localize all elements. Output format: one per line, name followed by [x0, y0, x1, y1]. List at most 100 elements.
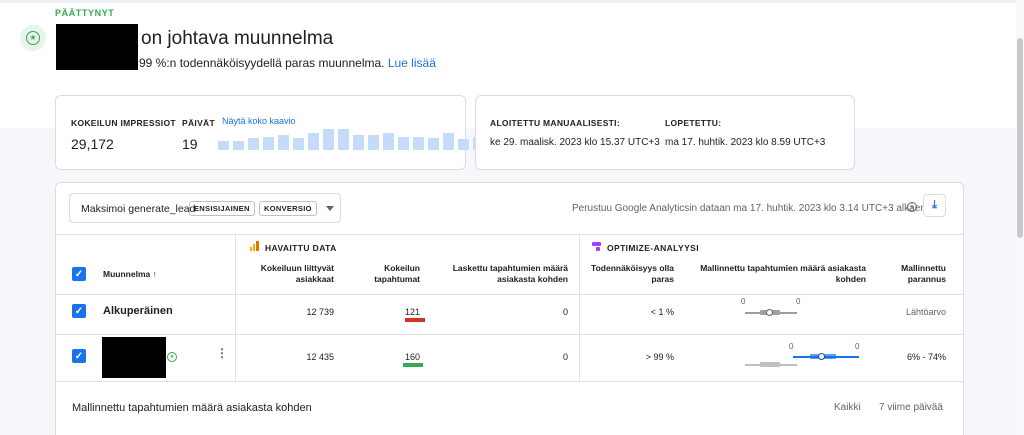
variant-name: Alkuperäinen — [103, 305, 173, 317]
winner-star-icon: ★ — [167, 352, 177, 362]
chevron-down-icon[interactable] — [326, 206, 334, 211]
page-title: on johtava muunnelma — [141, 28, 334, 49]
observed-data-title: HAVAITTU DATA — [265, 243, 337, 253]
range-min-label: 0 — [789, 342, 794, 351]
days-bar — [278, 135, 289, 150]
probability-header-line1: Todennäköisyys olla — [591, 263, 674, 273]
table-bottom-divider — [56, 381, 964, 382]
per-user-header-line2: asiakasta kohden — [497, 274, 568, 284]
per-user-value: 0 — [562, 352, 568, 362]
data-source-note: Perustuu Google Analyticsin dataan ma 17… — [572, 203, 929, 214]
days-bar — [458, 139, 469, 150]
info-icon[interactable]: i — [907, 202, 917, 212]
impressions-card: KOKEILUN IMPRESSIOT 29,172 PÄIVÄT 19 Näy… — [55, 95, 499, 170]
modeled-events-column-header: Mallinnettu tapahtumien määrä asiakasta … — [690, 263, 866, 285]
days-bar — [428, 138, 439, 150]
modeled-header-line2: kohden — [835, 274, 866, 284]
redacted-variant-name — [102, 337, 166, 378]
days-bar — [398, 137, 409, 150]
improvement-value: Lähtöarvo — [905, 307, 946, 317]
per-user-value: 0 — [562, 307, 568, 317]
days-bar — [413, 137, 424, 150]
events-header-line2: tapahtumat — [374, 274, 420, 284]
users-column-header: Kokeiluun liittyvät asiakkaat — [240, 263, 334, 285]
row-divider — [56, 334, 964, 335]
baseline-ref-box — [760, 362, 780, 367]
users-header-line1: Kokeiluun liittyvät — [260, 263, 334, 273]
days-bar — [218, 141, 229, 150]
range-max-label: 0 — [796, 297, 801, 306]
objective-dropdown[interactable]: Maksimoi generate_lead ENSISIJAINEN KONV… — [69, 193, 341, 223]
download-icon: ⤓ — [932, 199, 937, 211]
days-bar — [443, 133, 454, 150]
probability-value: > 99 % — [645, 352, 674, 362]
winner-star-icon: ★ — [20, 25, 46, 51]
more-options-icon[interactable]: ⋮ — [216, 347, 228, 359]
range-option-7-days[interactable]: 7 viime päivää — [879, 402, 943, 413]
analytics-icon — [250, 241, 260, 251]
days-bar — [353, 135, 364, 150]
days-bar — [338, 129, 349, 150]
objective-label: Maksimoi generate_lead — [81, 203, 196, 215]
days-bar — [263, 137, 274, 150]
range-option-all[interactable]: Kaikki — [834, 402, 861, 413]
range-max-label: 0 — [855, 342, 860, 351]
days-bar — [248, 138, 259, 150]
impressions-label: KOKEILUN IMPRESSIOT — [71, 118, 176, 128]
events-indicator-bar — [403, 363, 423, 367]
started-label: ALOITETTU MANUAALISESTI: — [490, 118, 620, 128]
users-value: 12 435 — [306, 352, 334, 362]
days-bar — [323, 129, 334, 150]
impressions-value: 29,172 — [71, 136, 114, 152]
range-min-label: 0 — [741, 297, 746, 306]
optimize-analysis-title: OPTIMIZE-ANALYYSI — [607, 243, 699, 253]
header-divider — [56, 294, 964, 295]
page-subtitle: 99 %:n todennäköisyydellä paras muunnelm… — [139, 56, 436, 70]
events-per-user-column-header: Laskettu tapahtumien määrä asiakasta koh… — [440, 263, 568, 285]
days-sparkline — [218, 128, 499, 150]
days-bar — [383, 133, 394, 150]
row-checkbox[interactable]: ✓ — [72, 304, 86, 318]
col-divider — [235, 234, 236, 381]
modeled-header-line1: Mallinnettu tapahtumien määrä asiakasta — [700, 263, 866, 273]
top-divider — [0, 0, 1024, 3]
users-value: 12 739 — [306, 307, 334, 317]
redacted-variant-name — [56, 24, 138, 70]
optimize-icon — [592, 242, 602, 252]
improvement-column-header: Mallinnettu parannus — [880, 263, 946, 285]
variant-point — [818, 353, 825, 360]
dates-card: ALOITETTU MANUAALISESTI: ke 29. maalisk.… — [475, 95, 855, 170]
days-value: 19 — [182, 136, 198, 152]
probability-header-line2: paras — [651, 274, 674, 284]
days-bar — [233, 141, 244, 150]
baseline-point — [766, 309, 773, 316]
users-header-line2: asiakkaat — [295, 274, 334, 284]
conversion-chip: KONVERSIO — [259, 201, 317, 216]
events-value: 160 — [404, 352, 420, 362]
row-checkbox[interactable]: ✓ — [72, 349, 86, 363]
days-bar — [293, 138, 304, 150]
primary-chip: ENSISIJAINEN — [189, 201, 255, 216]
subtitle-text: 99 %:n todennäköisyydellä paras muunnelm… — [139, 56, 385, 70]
improvement-value: 6% - 74% — [906, 352, 946, 362]
days-label: PÄIVÄT — [182, 118, 215, 128]
probability-column-header: Todennäköisyys olla paras — [585, 263, 674, 285]
scrollbar-thumb[interactable] — [1017, 38, 1023, 238]
events-value: 121 — [404, 307, 420, 317]
select-all-checkbox[interactable]: ✓ — [72, 267, 86, 281]
probability-value: < 1 % — [650, 307, 674, 317]
days-bar — [308, 133, 319, 150]
events-column-header: Kokeilun tapahtumat — [360, 263, 420, 285]
col-divider — [579, 234, 580, 381]
learn-more-link[interactable]: Lue lisää — [388, 56, 436, 70]
started-value: ke 29. maalisk. 2023 klo 15.37 UTC+3 — [490, 137, 660, 148]
per-user-header-line1: Laskettu tapahtumien määrä — [452, 263, 568, 273]
events-header-line1: Kokeilun — [384, 263, 420, 273]
show-full-chart-link[interactable]: Näytä koko kaavio — [222, 116, 296, 126]
improvement-header-line1: Mallinnettu — [901, 263, 946, 273]
variant-column-header[interactable]: Muunnelma ↑ — [103, 269, 157, 280]
ended-value: ma 17. huhtik. 2023 klo 8.59 UTC+3 — [665, 137, 826, 148]
days-bar — [368, 135, 379, 150]
events-indicator-bar — [405, 318, 425, 322]
download-button[interactable]: ⤓ — [923, 194, 946, 217]
